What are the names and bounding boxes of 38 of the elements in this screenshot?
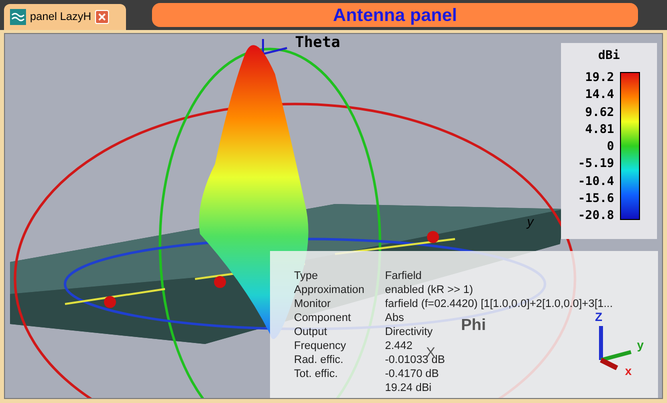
close-button[interactable] [95,10,110,24]
info-label: Monitor [294,297,332,311]
title-banner: Antenna panel [152,3,638,27]
legend-tick-label: 0 [606,139,614,153]
info-label: Output [294,325,328,339]
panel-tab[interactable]: panel LazyH [4,4,126,30]
axis-label: y [527,213,534,231]
legend-tick-label: 9.62 [585,104,614,118]
info-label: Tot. effic. [294,367,339,381]
legend-tick-label: 19.2 [585,70,614,84]
close-icon [98,13,106,21]
info-value: 2.442 [385,339,413,353]
legend-tick-label: -15.6 [578,190,614,205]
legend-tick-label: -5.19 [578,156,614,170]
info-value: 19.24 dBi [385,381,432,395]
info-value: Directivity [385,325,433,339]
info-value: Farfield [385,269,422,283]
legend-tick-label: -20.8 [578,208,614,222]
legend-unit: dBi [598,47,620,64]
legend-tick-label: 14.4 [585,87,614,102]
x-axis-label: x [625,363,632,380]
z-axis-label: Z [595,310,602,326]
y-axis-label: y [637,337,644,354]
axis-label: Phi [461,316,486,336]
info-label: Approximation [294,283,366,297]
info-label: Frequency [294,339,347,353]
info-value: -0.4170 dB [385,367,439,381]
wave-icon [10,9,26,25]
info-value: Abs [385,311,404,325]
info-value: farfield (f=02.4420) [1[1.0,0.0]+2[1.0,0.0]+3[1... [385,297,613,311]
axis-label: Theta [295,34,340,50]
info-value: enabled (kR >> 1) [385,283,474,297]
legend-tick-label: 4.81 [585,122,614,136]
tab-label: panel LazyH [30,10,92,25]
info-label: Rad. effic. [294,353,344,367]
info-label: Type [294,269,319,283]
info-label: Component [294,311,352,325]
legend-tick-label: -10.4 [578,174,614,188]
